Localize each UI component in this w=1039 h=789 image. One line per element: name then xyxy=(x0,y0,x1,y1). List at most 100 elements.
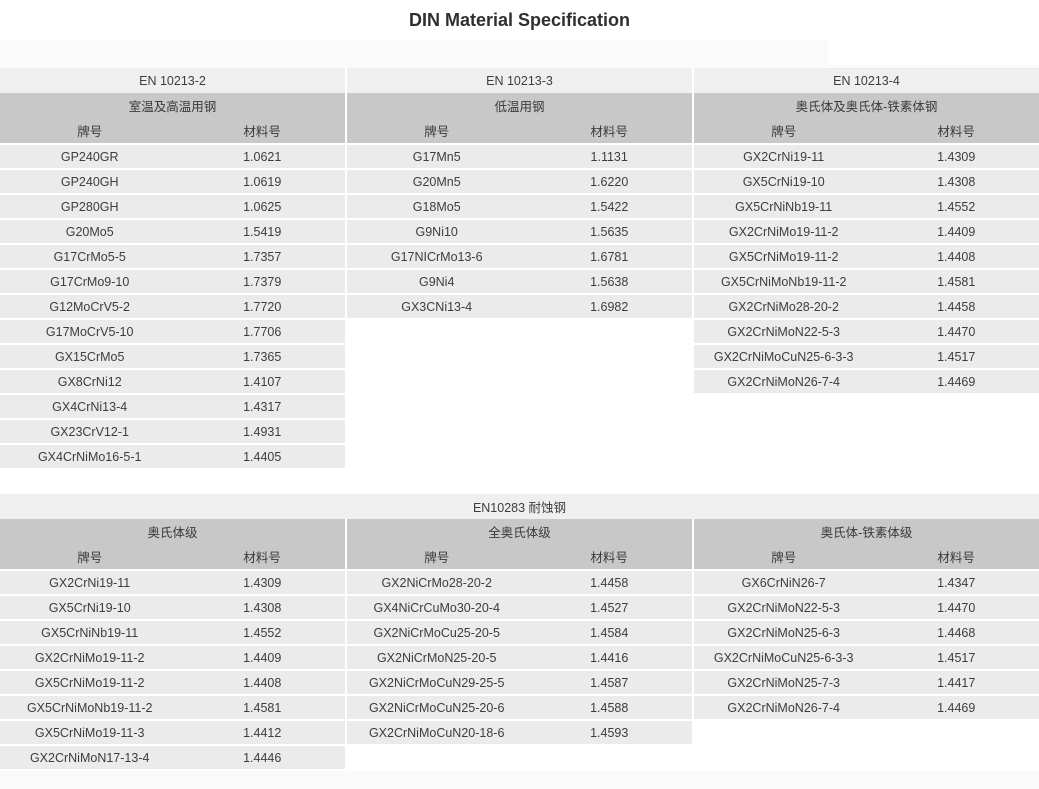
material-no-cell: 1.4527 xyxy=(526,601,692,615)
table-row: G17MoCrV5-101.7706 xyxy=(0,320,345,343)
grade-cell: GX2CrNiMoCuN25-6-3-3 xyxy=(694,651,873,665)
material-no-cell: 1.4581 xyxy=(873,275,1039,289)
column-headers: 牌号 材料号 xyxy=(694,118,1039,143)
grade-cell: GX2CrNiMoN26-7-4 xyxy=(694,701,873,715)
material-no-cell: 1.4458 xyxy=(526,576,692,590)
material-no-cell: 1.5638 xyxy=(526,275,692,289)
table-body: GX6CrNiN26-71.4347GX2CrNiMoN22-5-31.4470… xyxy=(694,571,1039,719)
table-row: GX2CrNiMo28-20-21.4458 xyxy=(694,295,1039,318)
material-no-cell: 1.4347 xyxy=(873,576,1039,590)
material-no-header: 材料号 xyxy=(526,547,692,566)
grade-cell: GX2CrNiMoCuN20-18-6 xyxy=(347,726,526,740)
grade-cell: GX2NiCrMo28-20-2 xyxy=(347,576,526,590)
material-no-cell: 1.4458 xyxy=(873,300,1039,314)
material-no-header: 材料号 xyxy=(179,547,345,566)
table-row: G9Ni41.5638 xyxy=(347,270,692,293)
table-row: GX2CrNiMoN26-7-41.4469 xyxy=(694,370,1039,393)
grade-cell: G20Mo5 xyxy=(0,225,179,239)
grade-cell: GX5CrNiMo19-11-2 xyxy=(0,676,179,690)
grade-cell: GX5CrNi19-10 xyxy=(0,601,179,615)
column-headers: 牌号 材料号 xyxy=(347,544,692,569)
grade-cell: GX15CrMo5 xyxy=(0,350,179,364)
table-row: GP240GR1.0621 xyxy=(0,145,345,168)
table-row: GX2CrNiMoN22-5-31.4470 xyxy=(694,596,1039,619)
grade-cell: GX23CrV12-1 xyxy=(0,425,179,439)
grade-cell: G17CrMo5-5 xyxy=(0,250,179,264)
material-no-cell: 1.4308 xyxy=(873,175,1039,189)
table-row: GX15CrMo51.7365 xyxy=(0,345,345,368)
grade-cell: G17NICrMo13-6 xyxy=(347,250,526,264)
material-no-cell: 1.6982 xyxy=(526,300,692,314)
material-no-cell: 1.4408 xyxy=(873,250,1039,264)
table-row: GX2CrNiMoCuN20-18-61.4593 xyxy=(347,721,692,744)
material-no-cell: 1.6220 xyxy=(526,175,692,189)
grade-cell: GX2CrNiMoN25-7-3 xyxy=(694,676,873,690)
footer-strip xyxy=(0,771,1039,789)
table-row: GX2CrNiMo19-11-21.4409 xyxy=(694,220,1039,243)
table-row: G20Mo51.5419 xyxy=(0,220,345,243)
table-row: GX2NiCrMoCu25-20-51.4584 xyxy=(347,621,692,644)
table-row: GX2NiCrMoCuN29-25-51.4587 xyxy=(347,671,692,694)
grade-header: 牌号 xyxy=(694,547,873,566)
grade-header: 牌号 xyxy=(347,547,526,566)
grade-cell: GX4NiCrCuMo30-20-4 xyxy=(347,601,526,615)
material-no-cell: 1.4446 xyxy=(179,751,345,765)
grade-cell: GX2CrNiMoN17-13-4 xyxy=(0,751,179,765)
material-no-cell: 1.7720 xyxy=(179,300,345,314)
table-row: GX2CrNiMo19-11-21.4409 xyxy=(0,646,345,669)
material-no-cell: 1.4469 xyxy=(873,701,1039,715)
table-row: GX4CrNi13-41.4317 xyxy=(0,395,345,418)
grade-cell: GX2CrNiMo19-11-2 xyxy=(0,651,179,665)
page-title: DIN Material Specification xyxy=(409,10,630,31)
grade-cell: GP280GH xyxy=(0,200,179,214)
bottom-section: 奥氏体级 牌号 材料号 GX2CrNi19-111.4309GX5CrNi19-… xyxy=(0,519,1039,771)
material-no-cell: 1.4588 xyxy=(526,701,692,715)
grade-header: 牌号 xyxy=(0,121,179,140)
grade-cell: GX5CrNi19-10 xyxy=(694,175,873,189)
table-row: GX2NiCrMoCuN25-20-61.4588 xyxy=(347,696,692,719)
column-headers: 牌号 材料号 xyxy=(694,544,1039,569)
table-row: GX23CrV12-11.4931 xyxy=(0,420,345,443)
table-row: G17NICrMo13-61.6781 xyxy=(347,245,692,268)
table-row: GX5CrNiMo19-11-31.4412 xyxy=(0,721,345,744)
grade-cell: GP240GH xyxy=(0,175,179,189)
table-row: GX2CrNi19-111.4309 xyxy=(0,571,345,594)
grade-cell: GX2NiCrMoCuN29-25-5 xyxy=(347,676,526,690)
table-row: GX2NiCrMoN25-20-51.4416 xyxy=(347,646,692,669)
table-row: GX2NiCrMo28-20-21.4458 xyxy=(347,571,692,594)
material-no-cell: 1.4470 xyxy=(873,601,1039,615)
grade-cell: G18Mo5 xyxy=(347,200,526,214)
material-no-cell: 1.5422 xyxy=(526,200,692,214)
material-no-cell: 1.7706 xyxy=(179,325,345,339)
table-en10283-fully-austenitic: 全奥氏体级 牌号 材料号 GX2NiCrMo28-20-21.4458GX4Ni… xyxy=(347,519,692,746)
grade-cell: GX5CrNiMo19-11-2 xyxy=(694,250,873,264)
page-header: DIN Material Specification xyxy=(0,0,1039,40)
table-row: G20Mn51.6220 xyxy=(347,170,692,193)
standard-label: EN 10213-3 xyxy=(347,68,692,93)
table-row: GX4CrNiMo16-5-11.4405 xyxy=(0,445,345,468)
material-no-cell: 1.4468 xyxy=(873,626,1039,640)
material-no-cell: 1.4593 xyxy=(526,726,692,740)
grade-cell: GX2NiCrMoN25-20-5 xyxy=(347,651,526,665)
top-section: EN 10213-2 室温及高温用钢 牌号 材料号 GP240GR1.0621G… xyxy=(0,68,1039,470)
material-no-cell: 1.4409 xyxy=(873,225,1039,239)
category-label: 低温用钢 xyxy=(347,93,692,118)
grade-cell: GX2CrNiMo28-20-2 xyxy=(694,300,873,314)
category-label: 奥氏体及奥氏体-铁素体钢 xyxy=(694,93,1039,118)
material-no-cell: 1.4587 xyxy=(526,676,692,690)
section-gap xyxy=(0,470,1039,494)
grade-cell: G17CrMo9-10 xyxy=(0,275,179,289)
grade-cell: GX2NiCrMoCu25-20-5 xyxy=(347,626,526,640)
material-no-cell: 1.4405 xyxy=(179,450,345,464)
material-no-cell: 1.7365 xyxy=(179,350,345,364)
material-no-cell: 1.4584 xyxy=(526,626,692,640)
table-row: GX5CrNiMoNb19-11-21.4581 xyxy=(694,270,1039,293)
table-row: GX5CrNiMo19-11-21.4408 xyxy=(694,245,1039,268)
material-no-cell: 1.4408 xyxy=(179,676,345,690)
table-en10213-2: EN 10213-2 室温及高温用钢 牌号 材料号 GP240GR1.0621G… xyxy=(0,68,345,470)
material-no-cell: 1.1131 xyxy=(526,150,692,164)
material-no-cell: 1.4517 xyxy=(873,350,1039,364)
table-body: GX2NiCrMo28-20-21.4458GX4NiCrCuMo30-20-4… xyxy=(347,571,692,744)
category-label: 室温及高温用钢 xyxy=(0,93,345,118)
column-headers: 牌号 材料号 xyxy=(347,118,692,143)
